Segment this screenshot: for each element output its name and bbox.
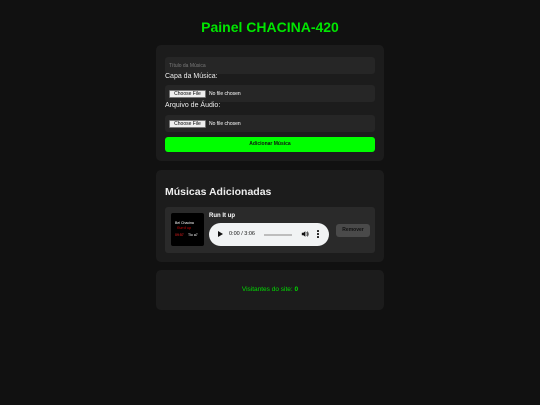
visitors-card: Visitantes do site: 0 bbox=[156, 270, 384, 310]
cover-text: Run it up bbox=[177, 226, 192, 230]
visitor-counter: Visitantes do site: 0 bbox=[156, 286, 384, 293]
songs-card: Músicas Adicionadas Bel Chacina Run it u… bbox=[156, 170, 384, 262]
audio-player[interactable]: 0:00 / 3:06 bbox=[209, 223, 329, 246]
list-item: Bel Chacina Run it up 09:57 Tlo a7 Run I… bbox=[165, 207, 375, 253]
cover-text: Bel Chacina bbox=[175, 221, 194, 225]
visitor-label: Visitantes do site: bbox=[241, 286, 295, 293]
cover-file-input[interactable]: Choose File No file chosen bbox=[165, 85, 375, 102]
song-title-input[interactable] bbox=[165, 57, 375, 74]
remove-song-button[interactable]: Remover bbox=[336, 224, 370, 237]
more-options-icon[interactable] bbox=[317, 230, 319, 239]
audio-progress-bar[interactable] bbox=[264, 234, 292, 236]
page-title: Painel CHACINA-420 bbox=[201, 19, 339, 35]
cover-choose-file-button[interactable]: Choose File bbox=[169, 90, 206, 98]
audio-file-input[interactable]: Choose File No file chosen bbox=[165, 115, 375, 132]
play-icon[interactable] bbox=[218, 231, 223, 237]
audio-choose-file-button[interactable]: Choose File bbox=[169, 120, 206, 128]
cover-text: 09:57 bbox=[175, 233, 184, 237]
volume-icon[interactable] bbox=[301, 229, 309, 239]
visitor-count: 0 bbox=[294, 286, 299, 293]
audio-time: 0:00 / 3:06 bbox=[229, 231, 255, 237]
cover-label: Capa da Música: bbox=[165, 73, 218, 80]
cover-text: Tlo a7 bbox=[188, 233, 198, 237]
song-cover-image: Bel Chacina Run it up 09:57 Tlo a7 bbox=[171, 213, 204, 246]
song-title: Run It up bbox=[209, 213, 235, 219]
songs-section-title: Músicas Adicionadas bbox=[165, 186, 272, 198]
audio-label: Arquivo de Áudio: bbox=[165, 102, 221, 109]
add-song-form: Capa da Música: Choose File No file chos… bbox=[156, 45, 384, 161]
add-song-button[interactable]: Adicionar Música bbox=[165, 137, 375, 152]
audio-no-file-text: No file chosen bbox=[209, 121, 241, 127]
cover-no-file-text: No file chosen bbox=[209, 91, 241, 97]
